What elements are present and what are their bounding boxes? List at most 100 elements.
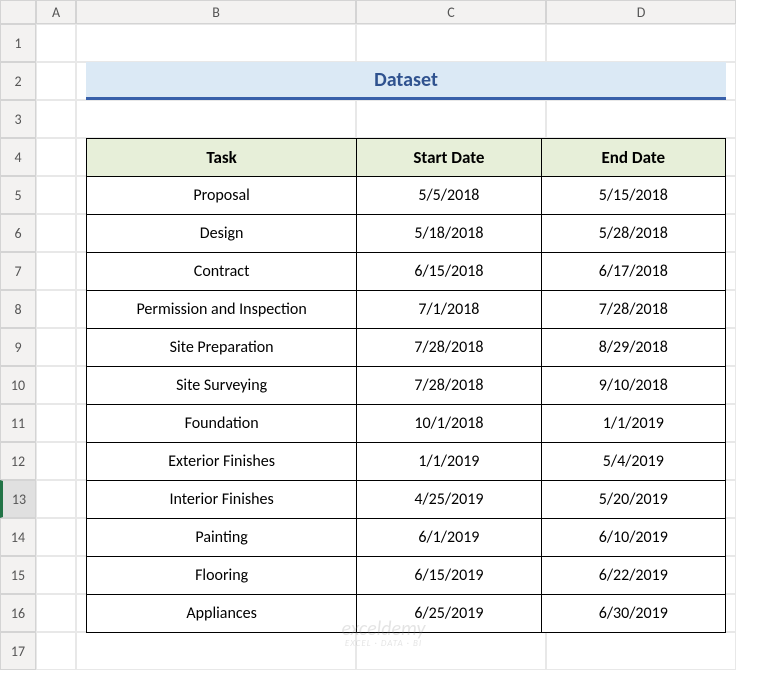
cell[interactable] <box>76 24 356 62</box>
cell-task[interactable]: Foundation <box>87 405 357 443</box>
table-body: Proposal5/5/20185/15/2018Design5/18/2018… <box>87 177 726 633</box>
table-row: Contract6/15/20186/17/2018 <box>87 253 726 291</box>
cell-task[interactable]: Site Preparation <box>87 329 357 367</box>
cell-end[interactable]: 5/20/2019 <box>541 481 725 519</box>
cell-start[interactable]: 7/28/2018 <box>357 329 541 367</box>
cell[interactable] <box>546 24 736 62</box>
col-header-a[interactable]: A <box>36 0 76 24</box>
cell-end[interactable]: 1/1/2019 <box>541 405 725 443</box>
cell-end[interactable]: 6/17/2018 <box>541 253 725 291</box>
row-header-3[interactable]: 3 <box>0 100 36 138</box>
cell[interactable] <box>76 632 356 670</box>
cell-start[interactable]: 4/25/2019 <box>357 481 541 519</box>
cell[interactable] <box>36 176 76 214</box>
cell-end[interactable]: 7/28/2018 <box>541 291 725 329</box>
cell-start[interactable]: 5/5/2018 <box>357 177 541 215</box>
row-header-8[interactable]: 8 <box>0 290 36 328</box>
cell[interactable] <box>36 366 76 404</box>
cell-start[interactable]: 7/1/2018 <box>357 291 541 329</box>
row-header-17[interactable]: 17 <box>0 632 36 670</box>
cell-task[interactable]: Site Surveying <box>87 367 357 405</box>
cell-task[interactable]: Proposal <box>87 177 357 215</box>
cell-start[interactable]: 6/25/2019 <box>357 595 541 633</box>
table-row: Interior Finishes4/25/20195/20/2019 <box>87 481 726 519</box>
title-banner: Dataset <box>86 62 726 100</box>
row-header-5[interactable]: 5 <box>0 176 36 214</box>
row-header-15[interactable]: 15 <box>0 556 36 594</box>
table-row: Site Surveying7/28/20189/10/2018 <box>87 367 726 405</box>
row-header-7[interactable]: 7 <box>0 252 36 290</box>
col-header-b[interactable]: B <box>76 0 356 24</box>
cell[interactable] <box>36 214 76 252</box>
table-row: Site Preparation7/28/20188/29/2018 <box>87 329 726 367</box>
table-row: Design5/18/20185/28/2018 <box>87 215 726 253</box>
cell[interactable] <box>546 632 736 670</box>
row-header-6[interactable]: 6 <box>0 214 36 252</box>
row-header-16[interactable]: 16 <box>0 594 36 632</box>
cell-end[interactable]: 6/22/2019 <box>541 557 725 595</box>
cell-end[interactable]: 8/29/2018 <box>541 329 725 367</box>
row-header-2[interactable]: 2 <box>0 62 36 100</box>
row-header-10[interactable]: 10 <box>0 366 36 404</box>
cell-end[interactable]: 9/10/2018 <box>541 367 725 405</box>
header-start[interactable]: Start Date <box>357 139 541 177</box>
cell[interactable] <box>36 404 76 442</box>
cell[interactable] <box>356 100 546 138</box>
select-all-corner[interactable] <box>0 0 36 24</box>
table-row: Exterior Finishes1/1/20195/4/2019 <box>87 443 726 481</box>
table-row: Proposal5/5/20185/15/2018 <box>87 177 726 215</box>
table-row: Permission and Inspection7/1/20187/28/20… <box>87 291 726 329</box>
cell-task[interactable]: Interior Finishes <box>87 481 357 519</box>
cell[interactable] <box>36 556 76 594</box>
row-header-4[interactable]: 4 <box>0 138 36 176</box>
cell[interactable] <box>36 138 76 176</box>
cell-task[interactable]: Flooring <box>87 557 357 595</box>
header-end[interactable]: End Date <box>541 139 725 177</box>
cell[interactable] <box>546 100 736 138</box>
cell[interactable] <box>356 632 546 670</box>
cell[interactable] <box>36 252 76 290</box>
data-table-wrap: Task Start Date End Date Proposal5/5/201… <box>86 138 726 632</box>
cell[interactable] <box>36 442 76 480</box>
row-header-11[interactable]: 11 <box>0 404 36 442</box>
row-header-13[interactable]: 13 <box>0 480 36 518</box>
cell-task[interactable]: Permission and Inspection <box>87 291 357 329</box>
col-header-d[interactable]: D <box>546 0 736 24</box>
cell[interactable] <box>36 632 76 670</box>
cell[interactable] <box>36 594 76 632</box>
cell-start[interactable]: 1/1/2019 <box>357 443 541 481</box>
cell-end[interactable]: 6/30/2019 <box>541 595 725 633</box>
cell-start[interactable]: 10/1/2018 <box>357 405 541 443</box>
cell-task[interactable]: Contract <box>87 253 357 291</box>
row-header-1[interactable]: 1 <box>0 24 36 62</box>
cell-task[interactable]: Appliances <box>87 595 357 633</box>
col-header-c[interactable]: C <box>356 0 546 24</box>
cell-start[interactable]: 6/1/2019 <box>357 519 541 557</box>
cell-start[interactable]: 7/28/2018 <box>357 367 541 405</box>
cell-start[interactable]: 5/18/2018 <box>357 215 541 253</box>
cell-task[interactable]: Design <box>87 215 357 253</box>
spreadsheet-grid: A B C D Dataset Task Start Date End Date… <box>0 0 767 670</box>
cell-end[interactable]: 5/4/2019 <box>541 443 725 481</box>
cell[interactable] <box>36 518 76 556</box>
row-header-14[interactable]: 14 <box>0 518 36 556</box>
cell[interactable] <box>36 480 76 518</box>
row-header-12[interactable]: 12 <box>0 442 36 480</box>
cell-end[interactable]: 6/10/2019 <box>541 519 725 557</box>
cell[interactable] <box>36 24 76 62</box>
header-task[interactable]: Task <box>87 139 357 177</box>
cell[interactable] <box>356 24 546 62</box>
table-row: Painting6/1/20196/10/2019 <box>87 519 726 557</box>
cell-start[interactable]: 6/15/2018 <box>357 253 541 291</box>
cell-task[interactable]: Exterior Finishes <box>87 443 357 481</box>
cell-start[interactable]: 6/15/2019 <box>357 557 541 595</box>
cell-end[interactable]: 5/28/2018 <box>541 215 725 253</box>
cell[interactable] <box>36 62 76 100</box>
row-header-9[interactable]: 9 <box>0 328 36 366</box>
cell[interactable] <box>36 328 76 366</box>
cell[interactable] <box>36 290 76 328</box>
cell[interactable] <box>36 100 76 138</box>
cell-task[interactable]: Painting <box>87 519 357 557</box>
cell[interactable] <box>76 100 356 138</box>
cell-end[interactable]: 5/15/2018 <box>541 177 725 215</box>
